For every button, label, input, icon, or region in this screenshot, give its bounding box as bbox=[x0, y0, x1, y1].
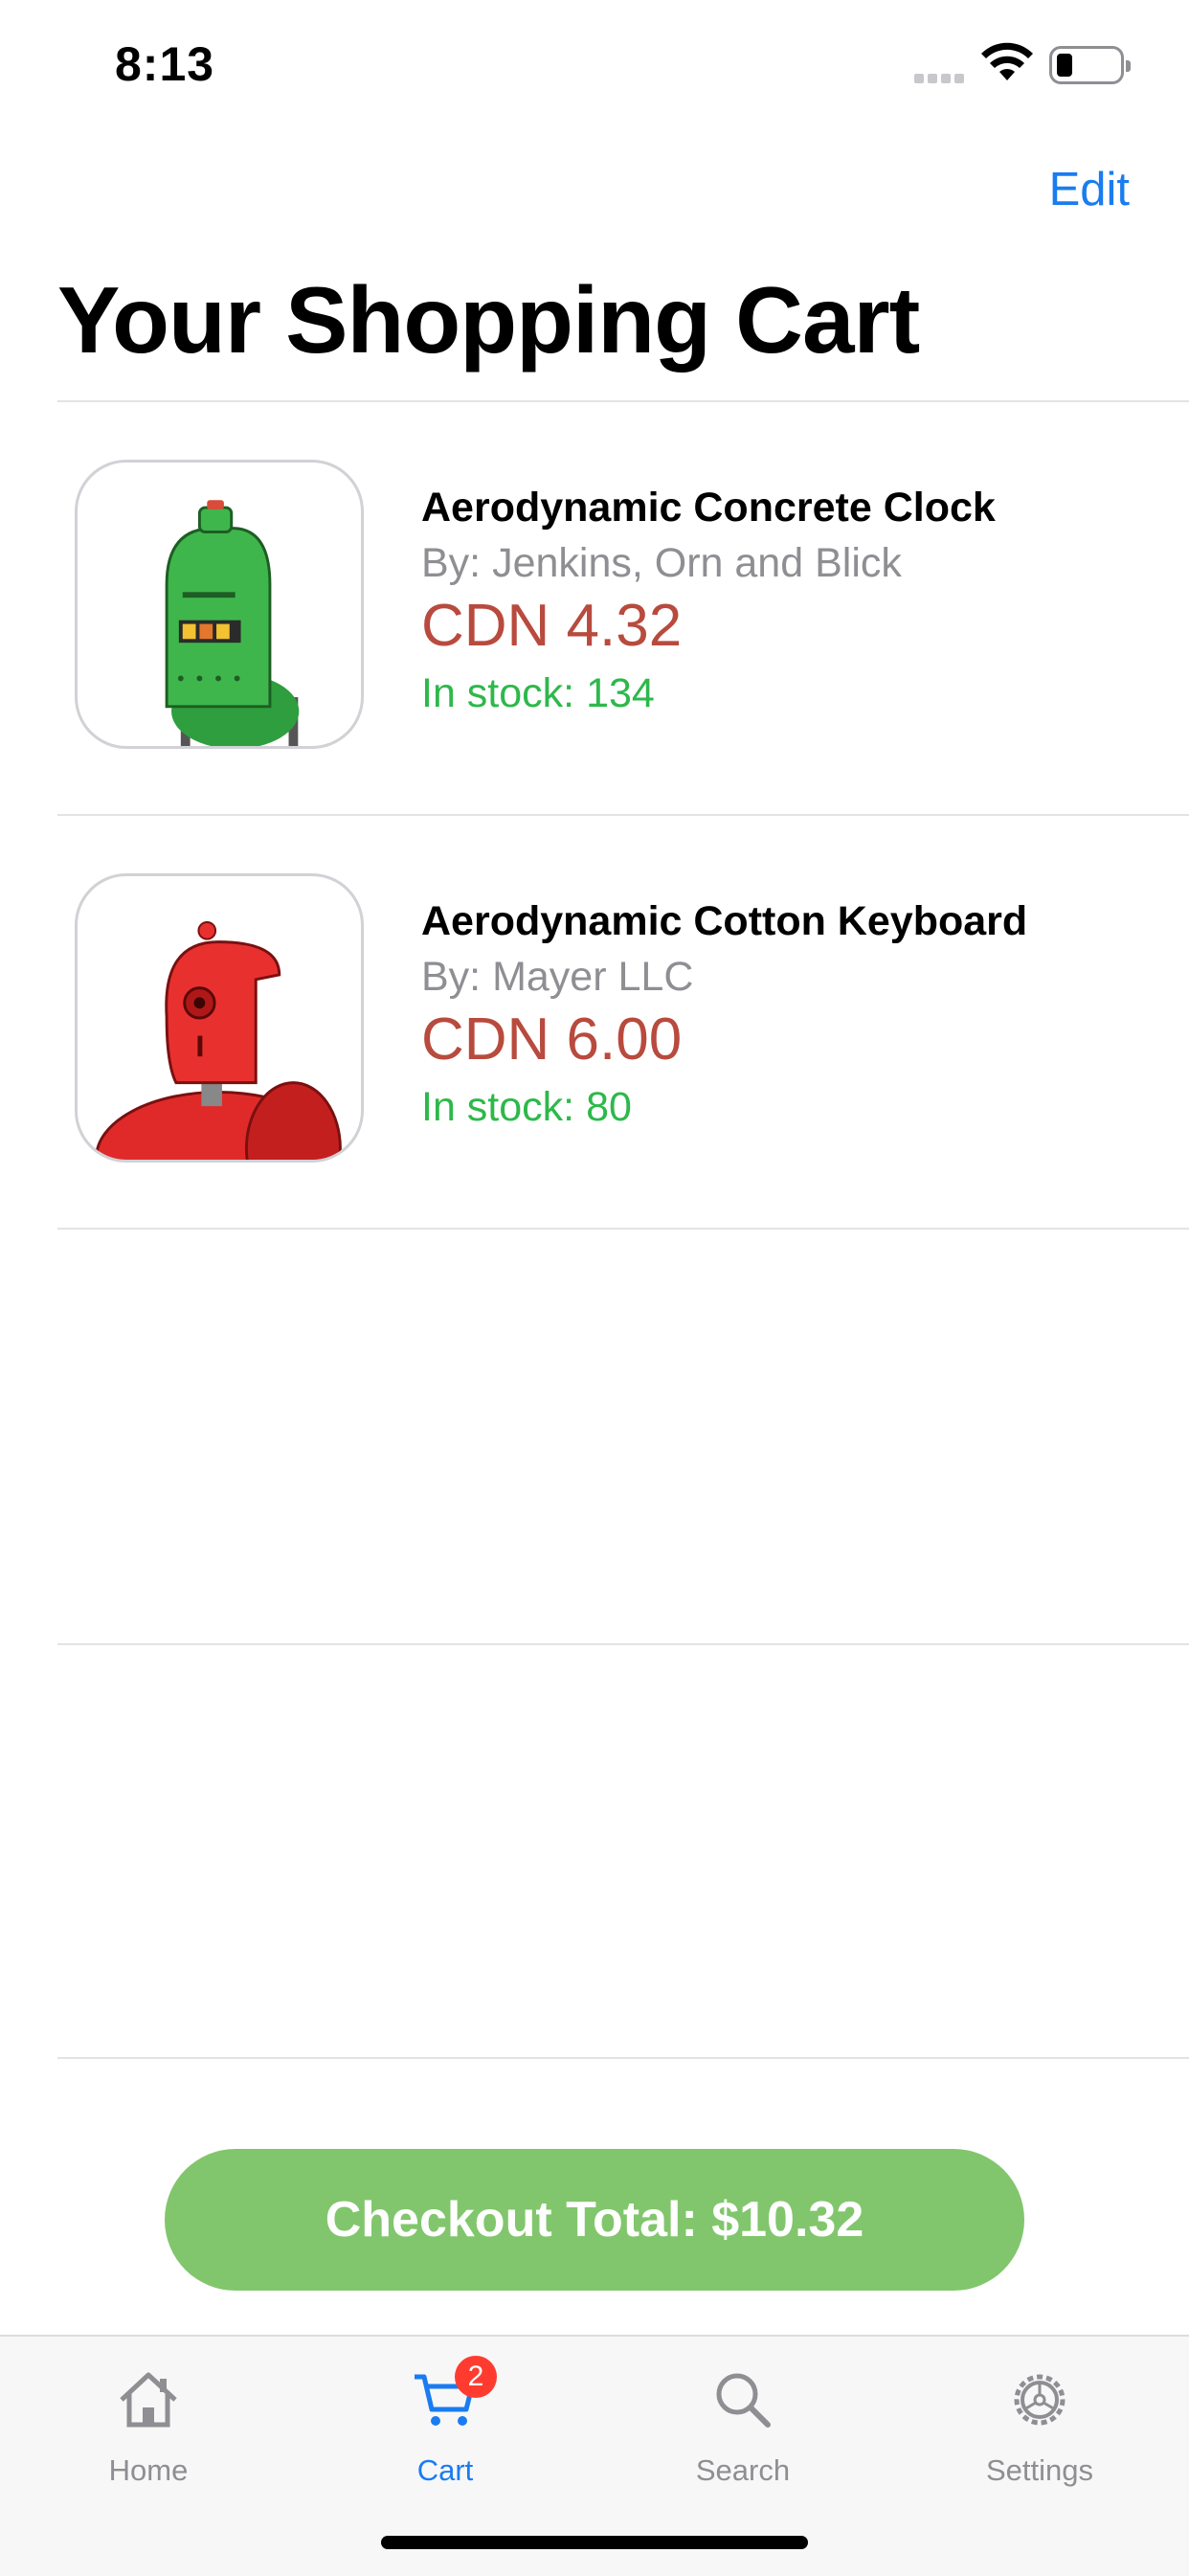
divider bbox=[57, 1643, 1189, 1645]
cart-badge: 2 bbox=[455, 2356, 497, 2398]
product-info: Aerodynamic Cotton Keyboard By: Mayer LL… bbox=[421, 894, 1027, 1140]
tab-settings[interactable]: Settings bbox=[934, 2365, 1145, 2488]
product-price: CDN 6.00 bbox=[421, 1006, 683, 1073]
divider bbox=[57, 1228, 1189, 1230]
home-indicator bbox=[381, 2536, 808, 2549]
wifi-icon bbox=[981, 42, 1033, 80]
cart-item-row[interactable]: Aerodynamic Cotton Keyboard By: Mayer LL… bbox=[0, 816, 1189, 1228]
product-name: Aerodynamic Concrete Clock bbox=[421, 485, 996, 531]
product-brand: By: Mayer LLC bbox=[421, 954, 694, 1000]
green-robot-image bbox=[165, 500, 300, 746]
cart-item-row[interactable]: Aerodynamic Concrete Clock By: Jenkins, … bbox=[0, 402, 1189, 814]
cart-icon-wrapper: 2 bbox=[411, 2356, 497, 2434]
product-name: Aerodynamic Cotton Keyboard bbox=[421, 898, 1028, 944]
status-bar: 8:13 bbox=[0, 0, 1189, 126]
tab-label: Search bbox=[695, 2453, 791, 2487]
status-time: 8:13 bbox=[115, 37, 215, 91]
product-image bbox=[75, 873, 364, 1163]
tab-label: Home bbox=[108, 2453, 189, 2487]
page-title: Your Shopping Cart bbox=[57, 267, 920, 373]
tab-search[interactable]: Search bbox=[638, 2365, 848, 2488]
tab-bar: Home 2 Cart Search Settings bbox=[0, 2335, 1189, 2576]
red-robot-image bbox=[95, 921, 342, 1160]
tab-cart[interactable]: 2 Cart bbox=[340, 2356, 550, 2488]
product-price: CDN 4.32 bbox=[421, 593, 683, 659]
cellular-signal-icon bbox=[914, 71, 970, 83]
gear-icon bbox=[1014, 2374, 1066, 2426]
product-info: Aerodynamic Concrete Clock By: Jenkins, … bbox=[421, 481, 996, 726]
tab-home[interactable]: Home bbox=[43, 2365, 254, 2488]
magnifier-icon bbox=[716, 2373, 771, 2428]
checkout-button[interactable]: Checkout Total: $10.32 bbox=[165, 2149, 1024, 2291]
tab-label: Settings bbox=[985, 2453, 1093, 2487]
tab-label: Cart bbox=[416, 2453, 474, 2487]
product-stock: In stock: 134 bbox=[421, 670, 655, 716]
edit-button[interactable]: Edit bbox=[1049, 163, 1130, 216]
product-stock: In stock: 80 bbox=[421, 1084, 632, 1130]
battery-icon bbox=[1049, 46, 1131, 84]
divider bbox=[57, 2057, 1189, 2059]
house-icon bbox=[120, 2372, 177, 2428]
product-brand: By: Jenkins, Orn and Blick bbox=[421, 540, 902, 586]
product-image bbox=[75, 460, 364, 749]
